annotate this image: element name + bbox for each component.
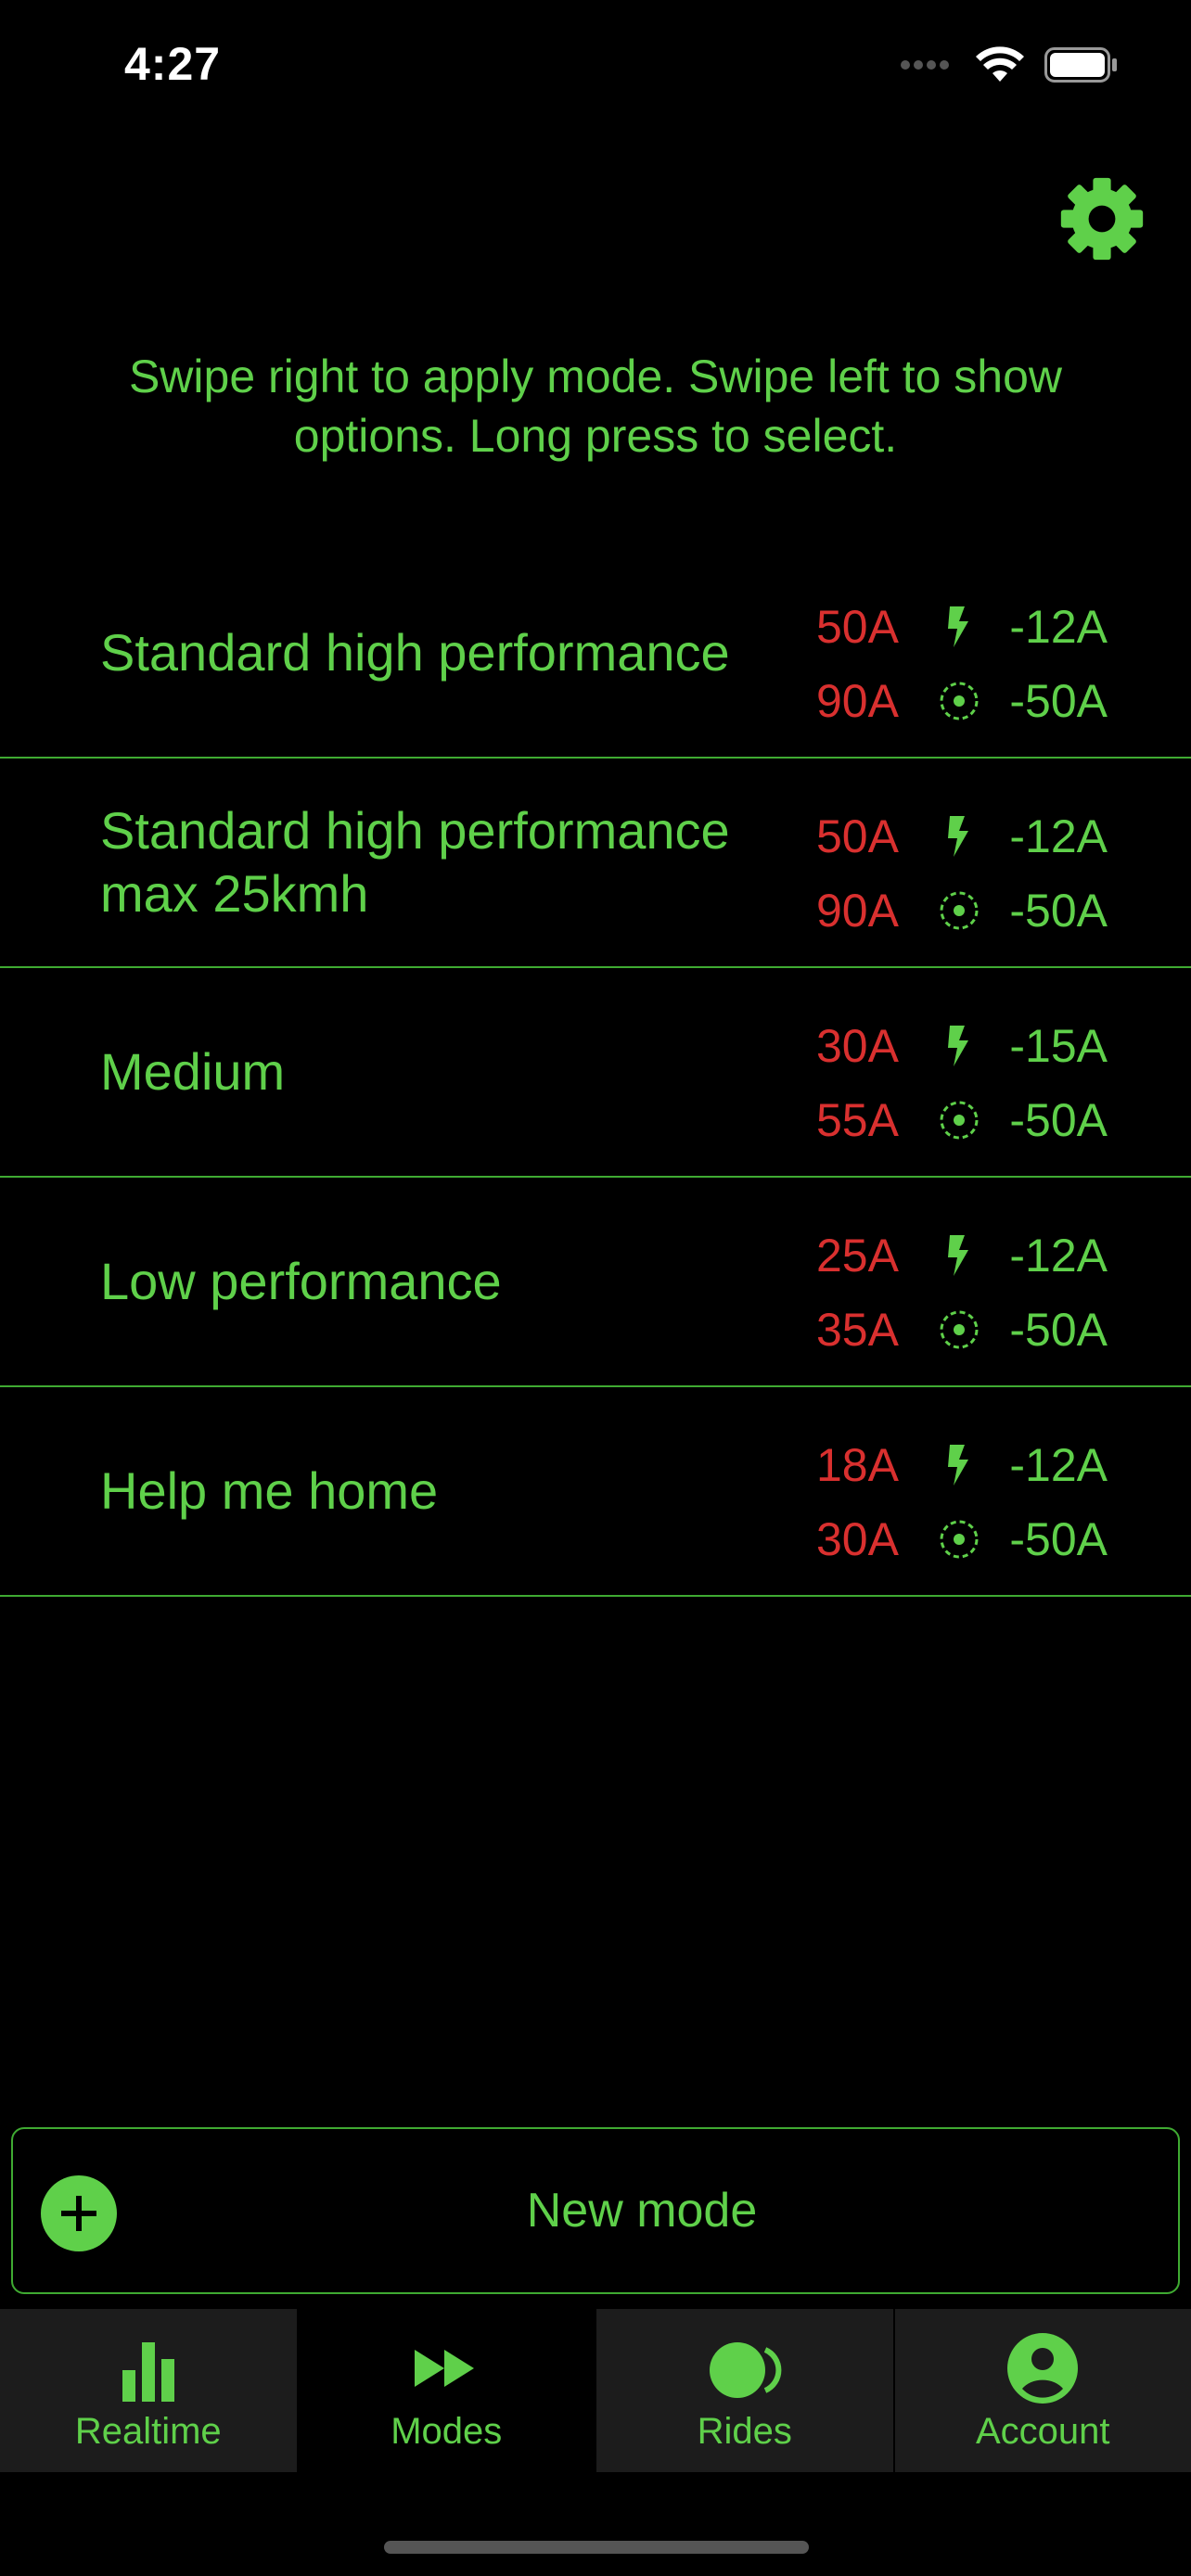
battery-icon [1044, 47, 1117, 83]
regen-current: -12A [1009, 601, 1108, 653]
mode-values: 30A -15A 55A -50A [816, 1009, 1122, 1157]
battery-current: 90A [816, 675, 899, 727]
status-time: 4:27 [124, 38, 222, 90]
mode-name: Medium [100, 1042, 286, 1101]
regen-line: 50A -12A [816, 590, 1122, 664]
brake-line: 30A -50A [816, 1502, 1122, 1576]
tab-label: Rides [697, 2411, 792, 2452]
mode-row[interactable]: Help me home 18A -12A 30A -50A [0, 1387, 1191, 1597]
wifi-icon [976, 46, 1024, 82]
bolt-icon [948, 1235, 968, 1276]
tab-label: Modes [391, 2411, 503, 2452]
regen-line: 50A -12A [816, 799, 1122, 874]
brake-icon [940, 682, 979, 721]
bolt-icon [948, 1445, 968, 1486]
mode-name: Low performance [100, 1252, 502, 1310]
rides-icon [709, 2342, 782, 2398]
tab-rides[interactable]: Rides [596, 2309, 895, 2472]
mode-name: Help me home [100, 1461, 439, 1520]
brake-current: -50A [1009, 1094, 1108, 1146]
instructions-text: Swipe right to apply mode. Swipe left to… [128, 351, 1063, 462]
motor-current: 50A [816, 810, 899, 862]
brake-line: 55A -50A [816, 1083, 1122, 1157]
battery-current: 35A [816, 1304, 899, 1356]
mode-values: 50A -12A 90A -50A [816, 590, 1122, 738]
motor-current: 50A [816, 601, 899, 653]
brake-icon [940, 891, 979, 930]
brake-current: -50A [1009, 1304, 1108, 1356]
bolt-icon [948, 816, 968, 857]
regen-line: 30A -15A [816, 1009, 1122, 1083]
brake-line: 90A -50A [816, 874, 1122, 948]
battery-current: 55A [816, 1094, 899, 1146]
brake-icon [940, 1310, 979, 1349]
motor-current: 30A [816, 1020, 899, 1072]
brake-icon [940, 1520, 979, 1559]
regen-current: -12A [1009, 1230, 1108, 1282]
home-indicator [384, 2541, 809, 2554]
signal-icon [901, 60, 949, 70]
regen-line: 18A -12A [816, 1428, 1122, 1502]
tab-label: Realtime [74, 2411, 222, 2452]
mode-name: Standard high performance max 25kmh [100, 801, 730, 923]
regen-current: -15A [1009, 1020, 1108, 1072]
bolt-icon [948, 606, 968, 647]
settings-gear-icon[interactable] [1057, 174, 1146, 263]
new-mode-label: New mode [526, 2184, 758, 2238]
regen-line: 25A -12A [816, 1218, 1122, 1293]
battery-current: 30A [816, 1513, 899, 1565]
mode-values: 18A -12A 30A -50A [816, 1428, 1122, 1576]
brake-current: -50A [1009, 885, 1108, 937]
brake-current: -50A [1009, 1513, 1108, 1565]
tab-modes[interactable]: Modes [298, 2309, 596, 2472]
mode-name: Standard high performance [100, 623, 730, 682]
tab-realtime[interactable]: Realtime [0, 2309, 299, 2472]
mode-row[interactable]: Standard high performance 50A -12A 90A -50A [0, 549, 1191, 759]
mode-row[interactable]: Medium 30A -15A 55A -50A [0, 968, 1191, 1178]
brake-line: 35A -50A [816, 1293, 1122, 1367]
brake-current: -50A [1009, 675, 1108, 727]
brake-icon [940, 1101, 979, 1140]
motor-current: 25A [816, 1230, 899, 1282]
brake-line: 90A -50A [816, 664, 1122, 738]
fast-forward-icon [415, 2350, 475, 2387]
account-icon [1007, 2333, 1079, 2404]
regen-current: -12A [1009, 810, 1108, 862]
tab-bar: Realtime Modes Rides Account [0, 2309, 1191, 2472]
mode-list: Standard high performance 50A -12A 90A -50A S… [0, 549, 1191, 1597]
tab-account[interactable]: Account [894, 2309, 1191, 2472]
bar-chart-icon [122, 2342, 174, 2402]
bolt-icon [948, 1026, 968, 1066]
mode-values: 50A -12A 90A -50A [816, 799, 1122, 948]
regen-current: -12A [1009, 1439, 1108, 1491]
status-icons [900, 46, 1119, 83]
mode-values: 25A -12A 35A -50A [816, 1218, 1122, 1367]
tab-label: Account [975, 2411, 1110, 2452]
battery-current: 90A [816, 885, 899, 937]
motor-current: 18A [816, 1439, 899, 1491]
mode-row[interactable]: Low performance 25A -12A 35A -50A [0, 1178, 1191, 1387]
new-mode-button[interactable]: New mode [11, 2127, 1180, 2294]
mode-row[interactable]: Standard high performance max 25kmh 50A -1… [0, 759, 1191, 968]
